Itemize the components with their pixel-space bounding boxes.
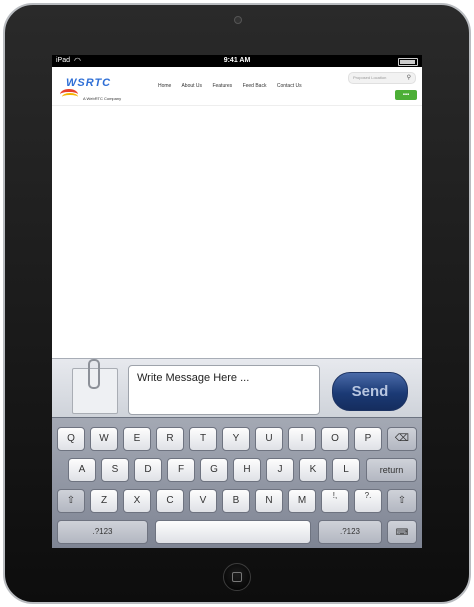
- key-d[interactable]: D: [134, 458, 162, 482]
- search-icon[interactable]: ⚲: [407, 74, 411, 81]
- backspace-key[interactable]: ⌫: [387, 427, 417, 451]
- nav-about-us[interactable]: About Us: [181, 83, 202, 89]
- key-l[interactable]: L: [332, 458, 360, 482]
- return-key[interactable]: return: [366, 458, 417, 482]
- send-button[interactable]: Send: [332, 372, 408, 411]
- keyboard-dismiss-icon: ⌨: [395, 527, 409, 537]
- home-button[interactable]: [223, 563, 251, 591]
- ipad-device: iPad ◠ 9:41 AM WSRTC A WebRTC Company Ho…: [0, 0, 474, 607]
- shift-icon: ⇧: [66, 495, 76, 506]
- message-bar: Write Message Here ... Send: [52, 358, 422, 417]
- site-logo[interactable]: WSRTC A WebRTC Company: [58, 75, 121, 105]
- location-search-input[interactable]: Proposed Location ⚲: [348, 72, 416, 84]
- key-y[interactable]: Y: [222, 427, 250, 451]
- key-n[interactable]: N: [255, 489, 283, 513]
- key-b[interactable]: B: [222, 489, 250, 513]
- status-bar: iPad ◠ 9:41 AM: [52, 55, 422, 67]
- key-x[interactable]: X: [123, 489, 151, 513]
- nav-feed-back[interactable]: Feed Back: [243, 83, 267, 89]
- key-o[interactable]: O: [321, 427, 349, 451]
- logo-arc-inner: [62, 93, 78, 101]
- key-r[interactable]: R: [156, 427, 184, 451]
- key-w[interactable]: W: [90, 427, 118, 451]
- nav-home[interactable]: Home: [158, 83, 171, 89]
- key-m[interactable]: M: [288, 489, 316, 513]
- shift-key-left[interactable]: ⇧: [57, 489, 85, 513]
- key-j[interactable]: J: [266, 458, 294, 482]
- key-k[interactable]: K: [299, 458, 327, 482]
- shift-icon: ⇧: [397, 495, 407, 506]
- camera-icon: [234, 16, 242, 24]
- numbers-key-right[interactable]: .?123: [318, 520, 382, 544]
- key-p[interactable]: P: [354, 427, 382, 451]
- message-input[interactable]: Write Message Here ...: [128, 365, 320, 415]
- battery-icon: [398, 58, 418, 66]
- keyboard-dismiss-key[interactable]: ⌨: [387, 520, 417, 544]
- grid-menu-button[interactable]: ▪▪▪: [395, 90, 417, 100]
- logo-text: WSRTC: [66, 77, 112, 89]
- grid-menu-icon: ▪▪▪: [402, 92, 410, 98]
- onscreen-keyboard: Q W E R T Y U I O P ⌫ A S D F G H J K L …: [52, 417, 422, 548]
- screen: iPad ◠ 9:41 AM WSRTC A WebRTC Company Ho…: [52, 55, 422, 548]
- key-a[interactable]: A: [68, 458, 96, 482]
- search-placeholder: Proposed Location: [353, 75, 387, 80]
- key-z[interactable]: Z: [90, 489, 118, 513]
- shift-key-right[interactable]: ⇧: [387, 489, 417, 513]
- numbers-key-left[interactable]: .?123: [57, 520, 148, 544]
- key-t[interactable]: T: [189, 427, 217, 451]
- key-i[interactable]: I: [288, 427, 316, 451]
- logo-tagline: A WebRTC Company: [83, 96, 122, 101]
- backspace-icon: ⌫: [394, 433, 410, 444]
- message-placeholder: Write Message Here ...: [137, 372, 250, 384]
- key-h[interactable]: H: [233, 458, 261, 482]
- space-key[interactable]: [155, 520, 311, 544]
- key-exclaim-comma[interactable]: !,: [321, 489, 349, 513]
- key-q[interactable]: Q: [57, 427, 85, 451]
- key-v[interactable]: V: [189, 489, 217, 513]
- key-s[interactable]: S: [101, 458, 129, 482]
- key-question-period[interactable]: ?.: [354, 489, 382, 513]
- key-e[interactable]: E: [123, 427, 151, 451]
- main-nav: Home About Us Features Feed Back Contact…: [158, 83, 311, 89]
- nav-contact-us[interactable]: Contact Us: [277, 83, 302, 89]
- nav-features[interactable]: Features: [212, 83, 232, 89]
- key-u[interactable]: U: [255, 427, 283, 451]
- key-c[interactable]: C: [156, 489, 184, 513]
- key-g[interactable]: G: [200, 458, 228, 482]
- website-header: WSRTC A WebRTC Company Home About Us Fea…: [52, 67, 422, 106]
- paperclip-icon: [88, 359, 100, 389]
- key-f[interactable]: F: [167, 458, 195, 482]
- status-time: 9:41 AM: [223, 57, 251, 64]
